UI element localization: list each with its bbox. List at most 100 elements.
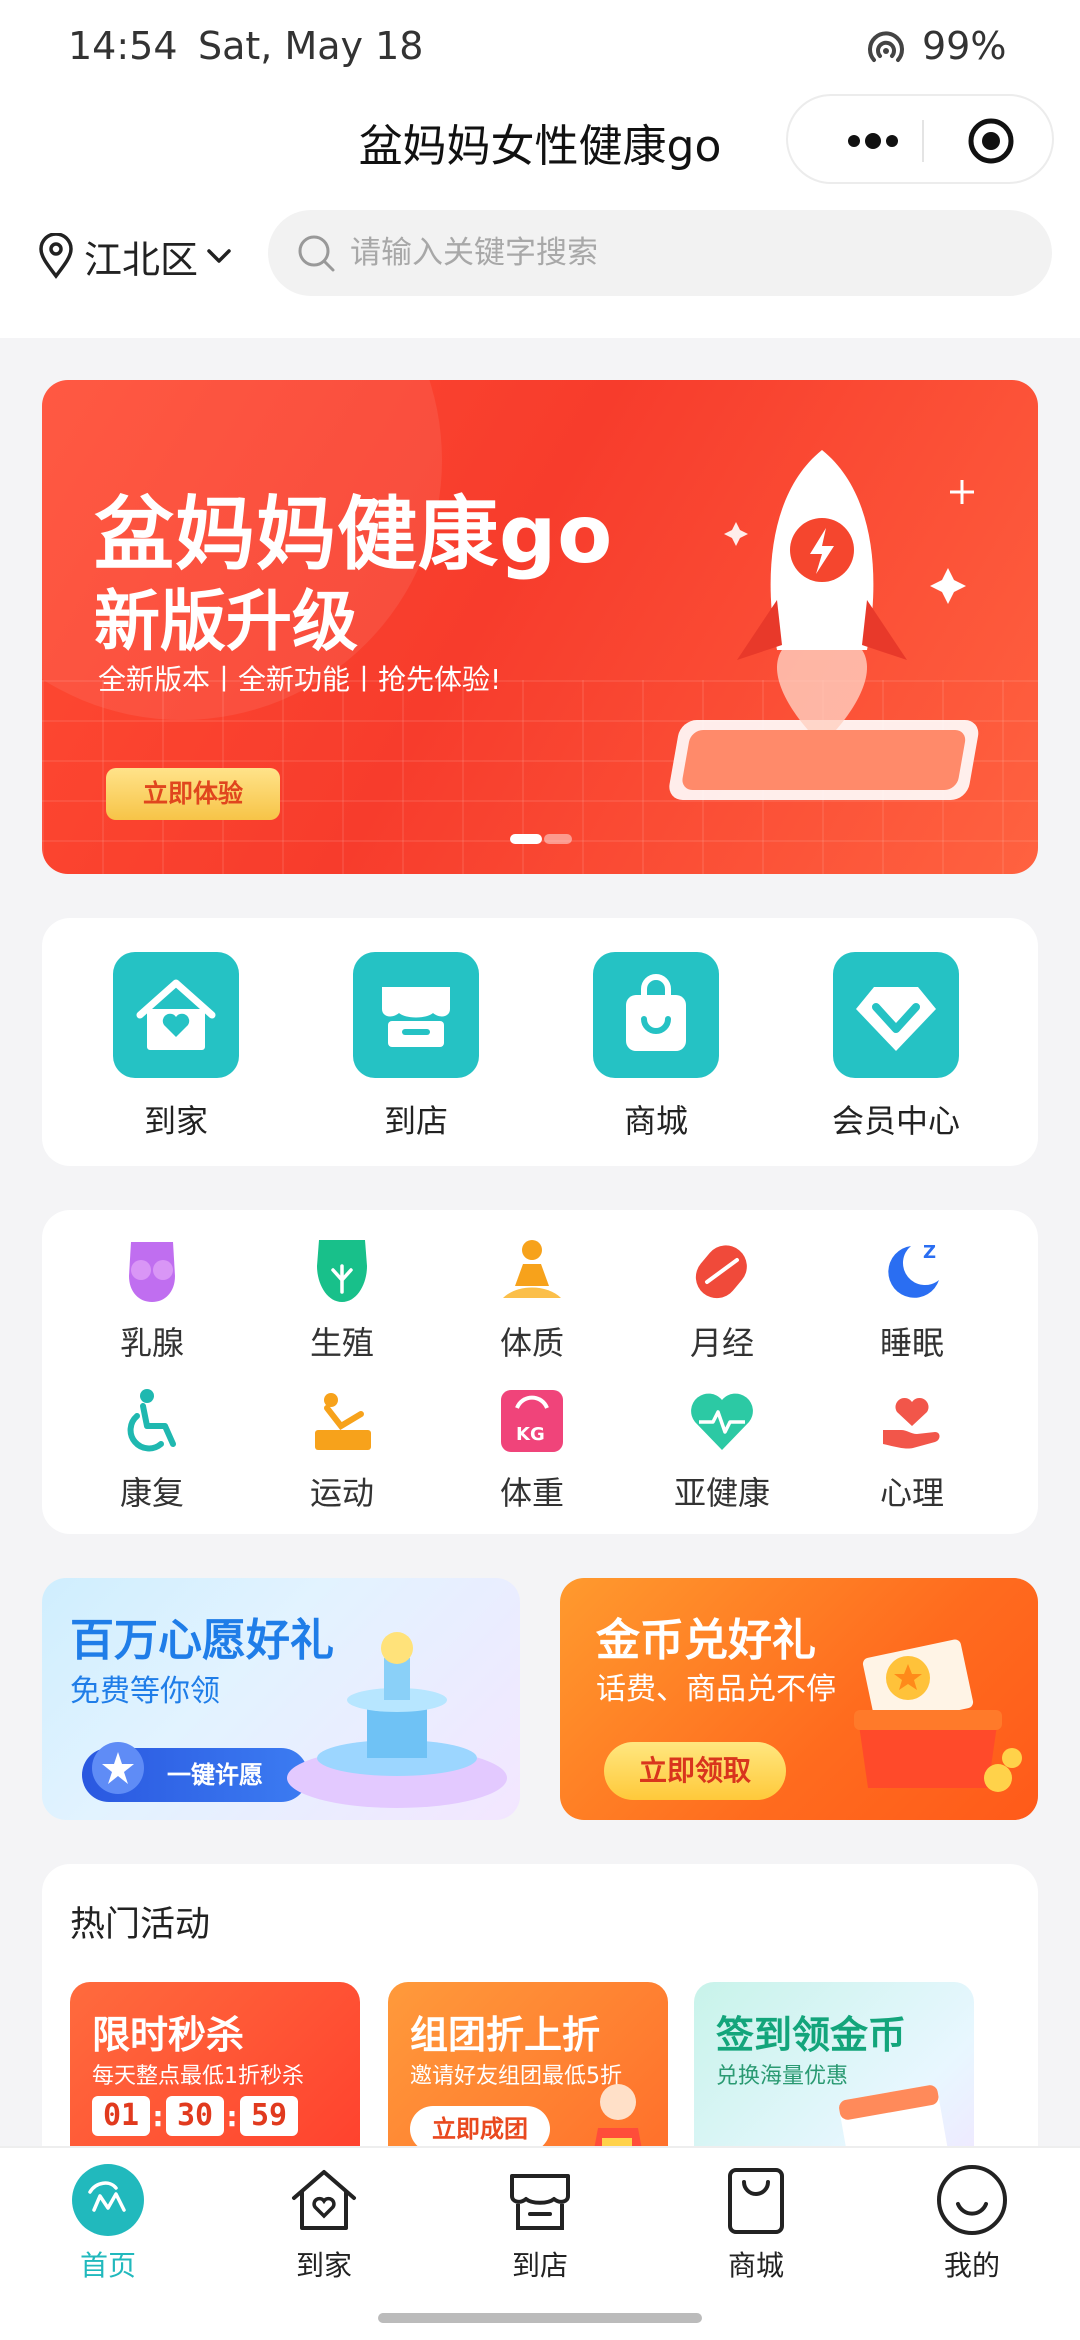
banner-subtitle-large: 新版升级 <box>94 583 358 660</box>
category-sleep[interactable]: Z 睡眠 <box>832 1236 992 1364</box>
tab-label: 我的 <box>943 2249 1000 2282</box>
nav-label: 商城 <box>623 1102 688 1140</box>
pad-icon <box>695 1245 747 1299</box>
meditation-icon <box>503 1240 561 1298</box>
category-menstruation[interactable]: 月经 <box>642 1236 802 1364</box>
category-label: 乳腺 <box>119 1324 184 1362</box>
pagination-dot-active <box>510 834 542 844</box>
capsule-divider <box>922 120 924 162</box>
checkin-coins-card[interactable]: 签到领金币 兑换海量优惠 <box>694 1982 974 2164</box>
home-indicator[interactable] <box>378 2313 702 2323</box>
category-weight[interactable]: KG 体重 <box>452 1386 612 1514</box>
promo-banner[interactable]: 盆妈妈健康go 新版升级 全新版本丨全新功能丨抢先体验! 立即体验 <box>42 380 1038 874</box>
rocket-illustration-icon <box>669 450 979 800</box>
flash-sale-card[interactable]: 限时秒杀 每天整点最低1折秒杀 01 : 30 : 59 <box>70 1982 360 2164</box>
flash-sale-subtitle: 每天整点最低1折秒杀 <box>92 2064 304 2089</box>
category-label: 月经 <box>689 1324 754 1362</box>
status-date: Sat, May 18 <box>198 24 424 68</box>
nav-label: 会员中心 <box>831 1102 960 1140</box>
fountain-illustration-icon <box>287 1632 507 1808</box>
breast-icon <box>129 1242 175 1302</box>
tab-mine[interactable]: 我的 <box>892 2162 1052 2284</box>
group-discount-title: 组团折上折 <box>410 2013 601 2057</box>
smile-icon <box>937 2165 1007 2235</box>
diamond-icon <box>856 987 936 1051</box>
hot-activities-card: 热门活动 限时秒杀 每天整点最低1折秒杀 01 : 30 : 59 组团折上折 … <box>42 1864 1038 2164</box>
nav-member-center[interactable]: 会员中心 <box>796 952 996 1142</box>
nav-store-service[interactable]: 到店 <box>316 952 516 1142</box>
location-pin-icon <box>39 233 73 279</box>
category-constitution[interactable]: 体质 <box>452 1236 612 1364</box>
treasure-chest-icon <box>854 1639 1022 1792</box>
svg-text:KG: KG <box>516 1424 545 1445</box>
heart-hand-icon <box>883 1397 940 1449</box>
category-subhealth[interactable]: 亚健康 <box>642 1386 802 1514</box>
nav-label: 到家 <box>143 1102 208 1140</box>
hotspot-icon <box>868 31 904 62</box>
wish-star-icon <box>92 1742 144 1794</box>
search-input[interactable] <box>350 235 990 271</box>
section-title: 热门活动 <box>70 1905 211 1945</box>
tab-mall[interactable]: 商城 <box>676 2162 836 2284</box>
mini-program-capsule <box>786 94 1054 184</box>
category-label: 睡眠 <box>879 1324 944 1362</box>
nav-tile <box>113 952 239 1078</box>
bottom-tab-bar: 首页 到家 到店 商城 我的 <box>0 2146 1080 2340</box>
claim-now-button[interactable]: 立即领取 <box>604 1742 786 1800</box>
status-time: 14:54 <box>68 24 178 68</box>
exercise-icon <box>315 1393 371 1450</box>
home-heart-icon <box>292 2170 356 2230</box>
store-icon <box>382 987 450 1047</box>
location-selector[interactable]: 江北区 <box>36 226 234 286</box>
timer-separator: : <box>152 2099 164 2133</box>
wish-promo-card[interactable]: 百万心愿好礼 免费等你领 一键许愿 <box>42 1578 520 1820</box>
nav-home-service[interactable]: 到家 <box>76 952 276 1142</box>
nav-tile <box>833 952 959 1078</box>
category-label: 康复 <box>119 1474 184 1512</box>
banner-pagination <box>510 834 572 844</box>
coin-promo-subtitle: 话费、商品兑不停 <box>596 1672 836 1707</box>
coin-promo-title: 金币兑好礼 <box>596 1615 816 1666</box>
tab-label: 到店 <box>511 2249 568 2282</box>
nav-tile <box>593 952 719 1078</box>
coin-promo-card[interactable]: 金币兑好礼 话费、商品兑不停 立即领取 <box>560 1578 1038 1820</box>
tab-home[interactable]: 首页 <box>28 2162 188 2284</box>
more-icon[interactable] <box>828 118 918 164</box>
category-breast[interactable]: 乳腺 <box>72 1236 232 1364</box>
battery-level: 99% <box>922 24 1007 68</box>
checkin-title: 签到领金币 <box>716 2013 907 2057</box>
timer-hours: 01 <box>92 2096 150 2136</box>
svg-text:Z: Z <box>923 1242 936 1263</box>
chevron-down-icon <box>207 249 231 263</box>
wheelchair-icon <box>127 1389 176 1452</box>
nav-mall[interactable]: 商城 <box>556 952 756 1142</box>
search-bar[interactable] <box>268 210 1052 296</box>
heartbeat-icon <box>691 1393 753 1450</box>
category-reproductive[interactable]: 生殖 <box>262 1236 422 1364</box>
category-psychology[interactable]: 心理 <box>832 1386 992 1514</box>
tab-label: 到家 <box>295 2249 352 2282</box>
moon-icon: Z <box>888 1242 939 1298</box>
category-rehab[interactable]: 康复 <box>72 1386 232 1514</box>
tab-label: 首页 <box>79 2249 136 2282</box>
timer-minutes: 30 <box>166 2096 224 2136</box>
category-label: 体质 <box>499 1324 564 1362</box>
banner-tagline: 全新版本丨全新功能丨抢先体验! <box>98 663 502 696</box>
home-logo-icon <box>72 2164 144 2236</box>
close-miniprogram-icon[interactable] <box>966 116 1016 166</box>
group-discount-card[interactable]: 组团折上折 邀请好友组团最低5折 立即成团 <box>388 1982 668 2164</box>
scale-icon: KG <box>501 1390 563 1452</box>
category-label: 运动 <box>309 1474 374 1512</box>
pagination-dot <box>544 834 572 844</box>
tab-home-service[interactable]: 到家 <box>244 2162 404 2284</box>
nav-label: 到店 <box>383 1102 448 1140</box>
tab-store[interactable]: 到店 <box>460 2162 620 2284</box>
timer-separator: : <box>226 2099 238 2133</box>
category-label: 心理 <box>879 1474 944 1512</box>
category-card: 乳腺 生殖 体质 月经 Z 睡眠 康复 运动 KG 体重 亚健康 心理 <box>42 1210 1038 1534</box>
tab-label: 商城 <box>727 2249 784 2282</box>
banner-try-button[interactable]: 立即体验 <box>106 768 280 820</box>
shopping-bag-icon <box>626 974 686 1051</box>
home-heart-icon <box>136 979 216 1050</box>
category-exercise[interactable]: 运动 <box>262 1386 422 1514</box>
